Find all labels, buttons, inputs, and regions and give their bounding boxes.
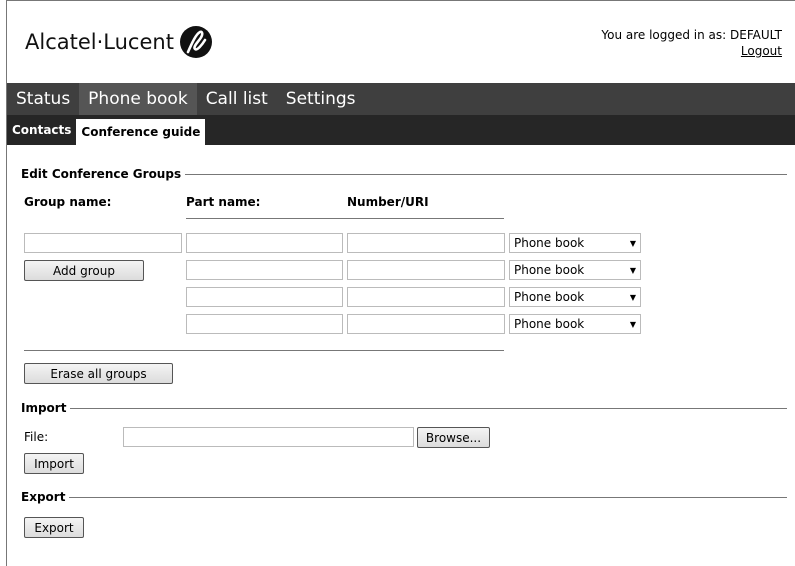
divider xyxy=(70,407,787,409)
login-info: You are logged in as: DEFAULT Logout xyxy=(601,27,782,59)
logout-link[interactable]: Logout xyxy=(741,44,782,58)
header: Alcatel·Lucent You are logged in as: DEF… xyxy=(7,1,795,83)
edit-groups-title: Edit Conference Groups xyxy=(21,167,182,181)
sub-nav: Contacts Conference guide xyxy=(7,115,795,145)
alcatel-lucent-logo-icon xyxy=(179,26,212,58)
subtab-contacts[interactable]: Contacts xyxy=(7,115,76,145)
source-select-4[interactable]: Phone book ▼ xyxy=(509,314,641,334)
divider xyxy=(186,218,504,219)
group-name-input[interactable] xyxy=(24,233,182,253)
part-name-input-2[interactable] xyxy=(186,260,343,280)
import-title: Import xyxy=(21,401,67,415)
tab-call-list[interactable]: Call list xyxy=(197,83,277,115)
part-name-input-4[interactable] xyxy=(186,314,343,334)
number-input-1[interactable] xyxy=(347,233,505,253)
tab-phone-book[interactable]: Phone book xyxy=(79,83,197,115)
part-name-input-1[interactable] xyxy=(186,233,343,253)
source-select-value: Phone book xyxy=(514,236,585,250)
source-select-3[interactable]: Phone book ▼ xyxy=(509,287,641,307)
file-label: File: xyxy=(24,430,49,444)
page-frame: Alcatel·Lucent You are logged in as: DEF… xyxy=(6,0,795,566)
source-select-value: Phone book xyxy=(514,263,585,277)
browse-button[interactable]: Browse... xyxy=(417,427,490,448)
brand-logo: Alcatel·Lucent xyxy=(25,25,213,59)
chevron-down-icon: ▼ xyxy=(629,292,636,302)
source-select-value: Phone book xyxy=(514,290,585,304)
source-select-1[interactable]: Phone book ▼ xyxy=(509,233,641,253)
number-input-3[interactable] xyxy=(347,287,505,307)
export-heading: Export xyxy=(21,490,787,504)
group-name-header: Group name: xyxy=(24,195,112,209)
divider xyxy=(185,173,787,175)
number-input-4[interactable] xyxy=(347,314,505,334)
divider xyxy=(69,496,787,498)
logged-in-text: You are logged in as: DEFAULT xyxy=(601,28,782,42)
subtab-conference-guide[interactable]: Conference guide xyxy=(76,115,206,145)
source-select-2[interactable]: Phone book ▼ xyxy=(509,260,641,280)
tab-status[interactable]: Status xyxy=(7,83,79,115)
export-title: Export xyxy=(21,490,66,504)
divider xyxy=(24,350,504,351)
source-select-value: Phone book xyxy=(514,317,585,331)
import-button[interactable]: Import xyxy=(24,453,84,474)
add-group-button[interactable]: Add group xyxy=(24,260,144,281)
tab-settings[interactable]: Settings xyxy=(277,83,365,115)
edit-groups-heading: Edit Conference Groups xyxy=(21,167,787,181)
number-input-2[interactable] xyxy=(347,260,505,280)
main-nav: Status Phone book Call list Settings xyxy=(7,83,795,115)
chevron-down-icon: ▼ xyxy=(629,265,636,275)
number-uri-header: Number/URI xyxy=(347,195,429,209)
part-name-header: Part name: xyxy=(186,195,261,209)
chevron-down-icon: ▼ xyxy=(629,238,636,248)
import-heading: Import xyxy=(21,401,787,415)
erase-all-groups-button[interactable]: Erase all groups xyxy=(24,363,173,384)
part-name-input-3[interactable] xyxy=(186,287,343,307)
export-button[interactable]: Export xyxy=(24,517,84,538)
file-input[interactable] xyxy=(123,427,414,447)
chevron-down-icon: ▼ xyxy=(629,319,636,329)
logo-text: Alcatel·Lucent xyxy=(25,30,174,54)
